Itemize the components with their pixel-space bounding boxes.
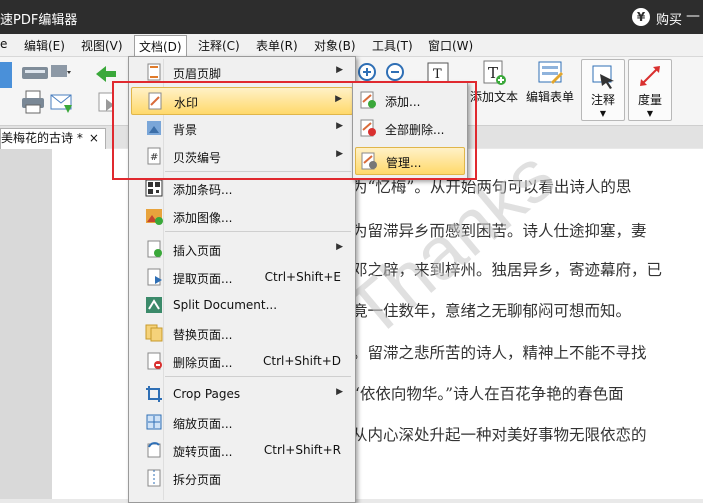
menu-item-split-page[interactable]: 拆分页面 [131,465,353,491]
measure-label: 度量 [637,93,662,107]
submenu-arrow-icon: ▶ [336,242,343,252]
menu-item-insert-page[interactable]: 插入页面 ▶ [131,236,353,262]
menu-tools[interactable]: 工具(T) [372,37,413,54]
menu-view[interactable]: 视图(V) [81,37,123,54]
header-footer-icon [145,63,163,81]
document-tab-label: 美梅花的古诗 * [1,131,83,145]
extract-page-icon [145,268,163,286]
menu-edit[interactable]: 编辑(E) [24,37,65,54]
measure-icon [637,63,663,89]
menu-item-delete-page[interactable]: 删除页面... Ctrl+Shift+D [131,348,353,374]
edit-form-label: 编辑表单 [525,90,574,104]
submenu-arrow-icon: ▶ [336,387,343,397]
toolbar-partial-icon[interactable] [0,62,12,88]
menu-file[interactable]: e [0,37,7,51]
menu-item-scale-page[interactable]: 缩放页面... [131,409,353,435]
annotate-dropdown-icon: ▼ [599,109,607,118]
menu-item-extract-page[interactable]: 提取页面... Ctrl+Shift+E [131,264,353,290]
window-title: 速PDF编辑器 [0,13,78,28]
document-tab[interactable]: 美梅花的古诗 * × [0,128,106,149]
title-bar: 速PDF编辑器 ¥ 购买 — [0,0,703,34]
replace-page-icon [145,324,163,342]
menu-item-split-document[interactable]: Split Document... [131,292,353,318]
delete-page-icon [145,352,163,370]
edit-form-button[interactable]: 编辑表单 [522,60,578,105]
menu-document[interactable]: 文档(D) [134,35,187,58]
add-image-icon [145,207,163,225]
edit-form-icon [537,60,563,86]
yen-icon: ¥ [632,8,650,26]
minimize-button[interactable]: — [686,8,700,24]
menu-item-rotate-page[interactable]: 旋转页面... Ctrl+Shift+R [131,437,353,463]
buy-label: 购买 [656,13,683,28]
split-page-icon [145,469,163,487]
menu-separator [165,376,351,377]
menu-comment[interactable]: 注释(C) [198,37,240,54]
crop-pages-icon [145,385,163,403]
menu-form[interactable]: 表单(R) [256,37,298,54]
zoom-out-icon[interactable] [386,63,404,81]
menu-item-crop-pages[interactable]: Crop Pages ▶ [131,381,353,407]
add-text-icon: T [481,60,507,86]
doc-text-line: 从内心深处升起一种对美好事物无限依恋的 [352,426,647,444]
menu-object[interactable]: 对象(B) [314,37,356,54]
zoom-in-icon[interactable] [358,63,376,81]
print-icon[interactable] [20,89,46,115]
rotate-page-icon [145,441,163,459]
svg-text:T: T [433,67,442,82]
annotate-button[interactable]: 注释 ▼ [581,59,625,121]
scale-page-icon [145,413,163,431]
measure-button[interactable]: 度量 ▼ [628,59,672,121]
dropdown-icon[interactable] [50,61,72,83]
annotate-label: 注释 [590,93,615,107]
menu-window[interactable]: 窗口(W) [428,37,473,54]
scan-icon[interactable] [20,61,50,83]
menu-item-replace-page[interactable]: 替换页面... [131,320,353,346]
email-icon[interactable] [48,89,74,115]
close-tab-icon[interactable]: × [89,131,99,145]
split-document-icon [145,296,163,314]
highlight-annotation-box [112,81,477,180]
menu-bar: e 编辑(E) 视图(V) 文档(D) 注释(C) 表单(R) 对象(B) 工具… [0,34,703,58]
doc-text-line: “依依向物华。”诗人在百花争艳的春色面 [352,385,624,403]
measure-dropdown-icon: ▼ [646,109,654,118]
menu-item-add-image[interactable]: 添加图像... [131,203,353,229]
barcode-icon [145,179,163,197]
insert-page-icon [145,240,163,258]
menu-separator [165,231,351,232]
submenu-arrow-icon: ▶ [336,65,343,75]
annotate-icon [590,63,616,89]
